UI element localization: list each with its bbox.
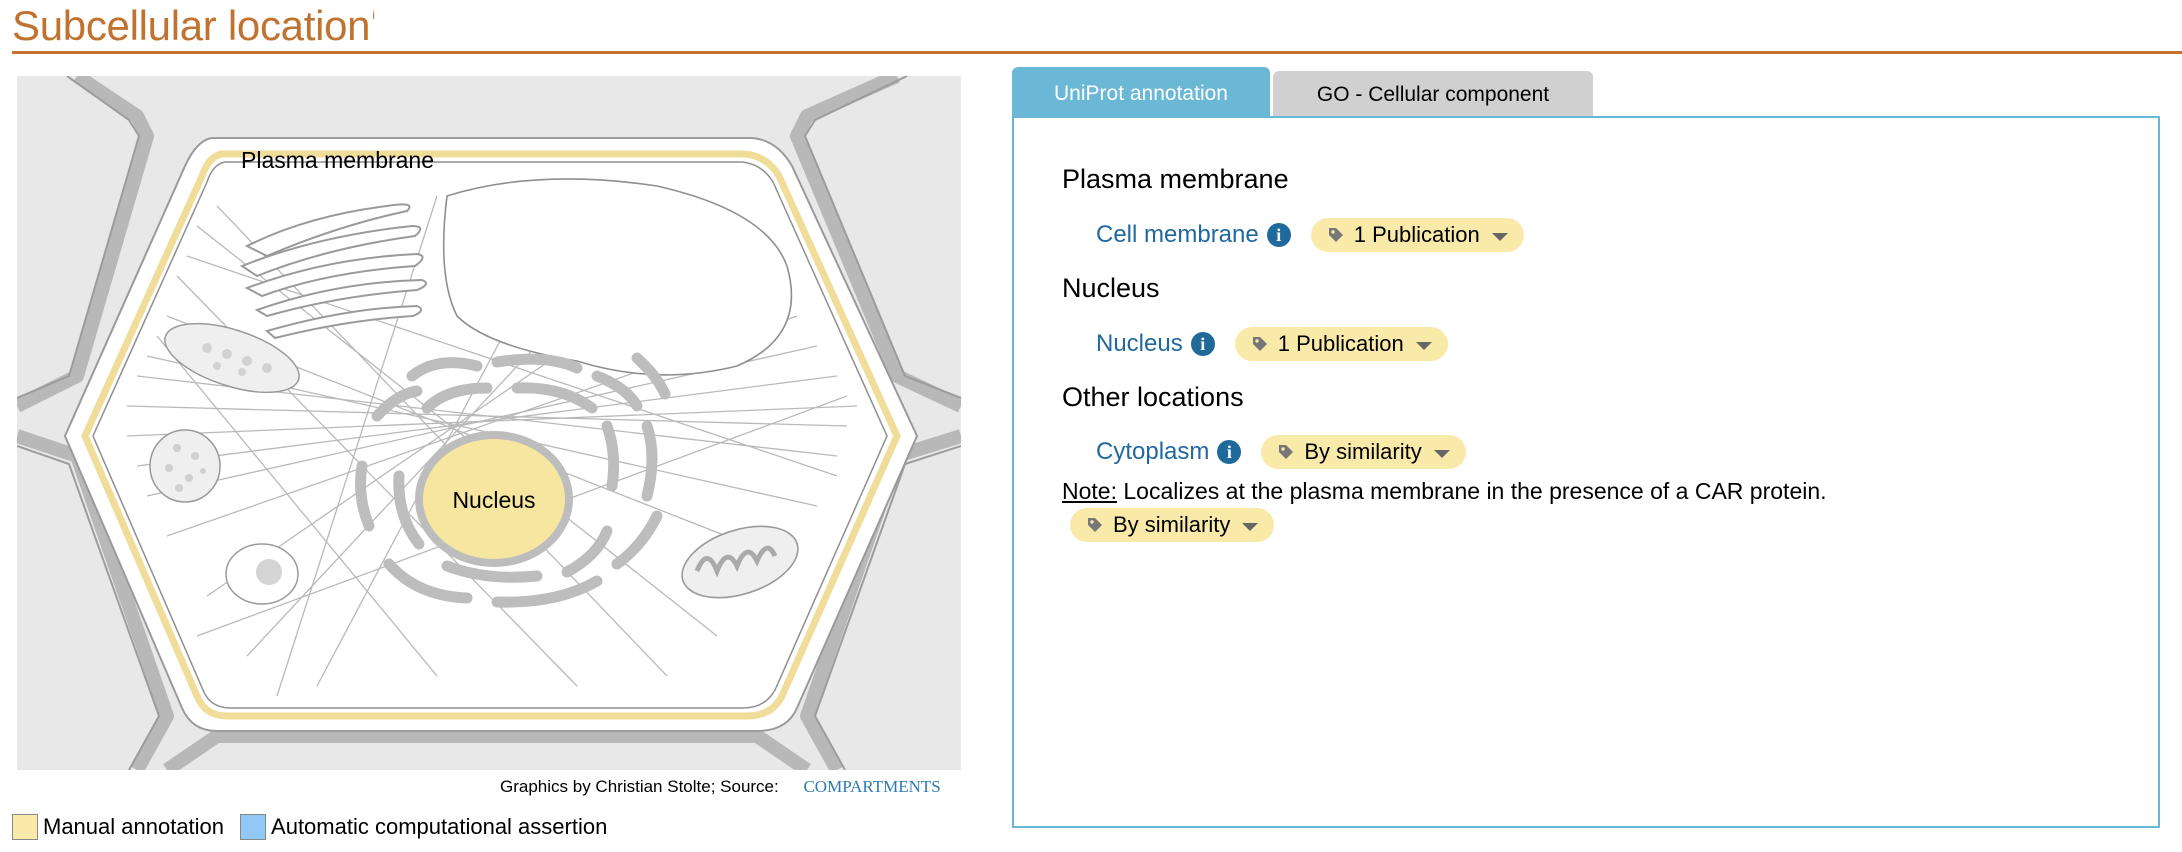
- info-icon[interactable]: i: [1190, 332, 1215, 356]
- title-rule: [12, 51, 2182, 54]
- chevron-down-icon: [1491, 233, 1508, 241]
- info-marker[interactable]: i: [372, 8, 375, 22]
- nucleus-link[interactable]: Nucleus: [1096, 330, 1183, 358]
- heading-other-locations: Other locations: [1062, 382, 1244, 412]
- tag-icon: [1328, 228, 1343, 242]
- manual-swatch: [12, 814, 38, 840]
- note: Note: Localizes at the plasma membrane i…: [1062, 478, 1827, 505]
- evidence-label: 1 Publication: [1353, 222, 1480, 247]
- heading-plasma-membrane: Plasma membrane: [1062, 164, 1289, 194]
- credits-text: Graphics by Christian Stolte; Source:: [500, 777, 779, 796]
- tag-icon: [1279, 445, 1294, 459]
- chevron-down-icon: [1433, 450, 1450, 458]
- cytoplasm-link[interactable]: Cytoplasm: [1096, 438, 1209, 466]
- evidence-label: By similarity: [1113, 512, 1231, 537]
- info-icon[interactable]: i: [1266, 223, 1291, 247]
- evidence-tag[interactable]: 1 Publication: [1234, 327, 1448, 361]
- evidence-tag[interactable]: By similarity: [1261, 435, 1466, 469]
- compartments-link[interactable]: COMPARTMENTS: [803, 777, 940, 796]
- legend-automatic-label: Automatic computational assertion: [271, 814, 608, 839]
- cell-illustration: Nucleus Plasma membrane: [17, 76, 961, 770]
- evidence-label: By similarity: [1304, 439, 1422, 464]
- heading-nucleus: Nucleus: [1062, 273, 1160, 303]
- tab-go-cellular-component[interactable]: GO - Cellular component: [1273, 71, 1593, 116]
- evidence-tag[interactable]: 1 Publication: [1310, 218, 1524, 252]
- annotation-tabs: UniProt annotation GO - Cellular compone…: [1012, 67, 1593, 116]
- tag-icon: [1088, 518, 1102, 532]
- note-text: Localizes at the plasma membrane in the …: [1123, 478, 1827, 504]
- location-row-cell-membrane: Cell membrane i 1 Publication: [1096, 218, 1524, 252]
- legend-manual-label: Manual annotation: [43, 814, 225, 839]
- figure-credits: Graphics by Christian Stolte; Source: CO…: [500, 777, 941, 797]
- chevron-down-icon: [1242, 523, 1259, 531]
- note-label: Note:: [1062, 478, 1117, 504]
- info-icon[interactable]: i: [1217, 440, 1242, 464]
- section-title-text: Subcellular location: [12, 2, 371, 49]
- automatic-swatch: [240, 814, 267, 840]
- tab-uniprot-annotation[interactable]: UniProt annotation: [1012, 67, 1270, 116]
- note-evidence-tag[interactable]: By similarity: [1070, 508, 1275, 542]
- cell-membrane-link[interactable]: Cell membrane: [1096, 221, 1259, 249]
- nucleus-label: Nucleus: [452, 487, 535, 513]
- tag-icon: [1252, 337, 1267, 351]
- location-row-cytoplasm: Cytoplasm i By similarity: [1096, 435, 1466, 469]
- legend: Manual annotation Automatic computationa…: [12, 814, 607, 840]
- plasma-membrane-label: Plasma membrane: [241, 147, 434, 173]
- chevron-down-icon: [1415, 342, 1432, 350]
- section-title: Subcellular location i: [12, 2, 375, 50]
- annotation-panel: Plasma membrane Cell membrane i 1 Public…: [1012, 116, 2160, 828]
- location-row-nucleus: Nucleus i 1 Publication: [1096, 327, 1448, 361]
- evidence-label: 1 Publication: [1277, 331, 1404, 356]
